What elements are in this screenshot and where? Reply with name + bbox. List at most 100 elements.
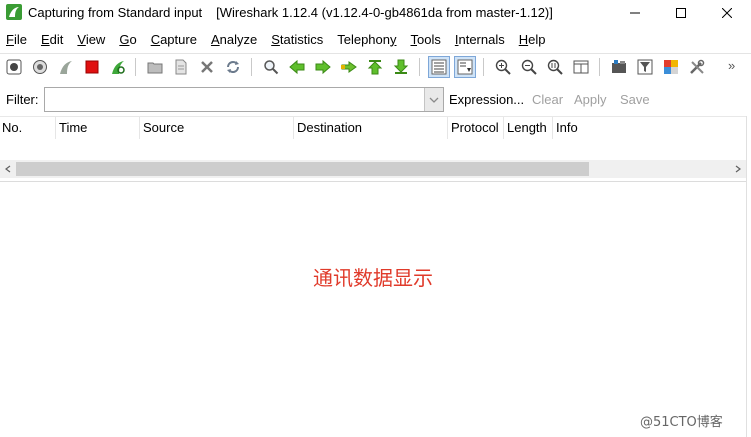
go-to-packet-button[interactable] bbox=[338, 56, 360, 78]
window-right-edge bbox=[746, 116, 747, 437]
find-icon bbox=[264, 60, 279, 75]
menu-help[interactable]: Help bbox=[519, 32, 546, 47]
column-divider[interactable] bbox=[552, 117, 553, 139]
apply-button[interactable]: Apply bbox=[574, 92, 607, 107]
find-packet-button[interactable] bbox=[260, 56, 282, 78]
resize-columns-icon bbox=[573, 60, 589, 74]
autoscroll-button[interactable] bbox=[454, 56, 476, 78]
column-divider[interactable] bbox=[139, 117, 140, 139]
filter-bar: Filter: Expression... Clear Apply Save bbox=[0, 86, 751, 114]
column-divider[interactable] bbox=[55, 117, 56, 139]
restart-capture-button[interactable] bbox=[107, 56, 129, 78]
column-header-info[interactable]: Info bbox=[556, 120, 578, 135]
preferences-icon bbox=[690, 59, 705, 74]
normal-size-icon bbox=[547, 59, 563, 75]
options-button[interactable] bbox=[29, 56, 51, 78]
toolbar-separator bbox=[135, 58, 136, 76]
packet-list-header: No. Time Source Destination Protocol Len… bbox=[0, 116, 746, 139]
stop-capture-icon bbox=[85, 60, 99, 74]
column-divider[interactable] bbox=[503, 117, 504, 139]
zoom-in-icon bbox=[495, 59, 511, 75]
back-icon bbox=[289, 59, 305, 75]
capture-filters-button[interactable] bbox=[608, 56, 630, 78]
minimize-icon bbox=[630, 12, 640, 14]
scroll-right-button[interactable] bbox=[730, 160, 746, 178]
toolbar-overflow-button[interactable]: » bbox=[728, 58, 735, 73]
open-file-button[interactable] bbox=[144, 56, 166, 78]
close-file-button[interactable] bbox=[196, 56, 218, 78]
stop-capture-button[interactable] bbox=[81, 56, 103, 78]
chevron-right-icon bbox=[735, 165, 741, 173]
minimize-button[interactable] bbox=[612, 0, 658, 26]
toolbar-separator bbox=[251, 58, 252, 76]
filter-dropdown-button[interactable] bbox=[424, 88, 443, 111]
scroll-left-button[interactable] bbox=[0, 160, 16, 178]
menu-file[interactable]: File bbox=[6, 32, 27, 47]
column-header-no[interactable]: No. bbox=[2, 120, 22, 135]
reload-icon bbox=[227, 61, 239, 73]
last-packet-button[interactable] bbox=[390, 56, 412, 78]
expression-button[interactable]: Expression... bbox=[449, 92, 524, 107]
maximize-button[interactable] bbox=[658, 0, 704, 26]
data-display-annotation: 通讯数据显示 bbox=[313, 266, 433, 290]
watermark: @51CTO博客 bbox=[640, 415, 723, 430]
toolbar-separator bbox=[483, 58, 484, 76]
filter-label: Filter: bbox=[6, 92, 39, 107]
last-packet-icon bbox=[393, 59, 409, 74]
start-capture-button[interactable] bbox=[55, 56, 77, 78]
menu-capture[interactable]: Capture bbox=[151, 32, 197, 47]
normal-size-button[interactable] bbox=[544, 56, 566, 78]
coloring-rules-button[interactable] bbox=[660, 56, 682, 78]
clear-button[interactable]: Clear bbox=[532, 92, 563, 107]
scrollbar-thumb[interactable] bbox=[16, 162, 589, 176]
column-header-destination[interactable]: Destination bbox=[297, 120, 362, 135]
zoom-out-button[interactable] bbox=[518, 56, 540, 78]
zoom-in-button[interactable] bbox=[492, 56, 514, 78]
colorize-icon bbox=[431, 59, 447, 75]
forward-icon bbox=[315, 59, 331, 75]
interfaces-button[interactable] bbox=[3, 56, 25, 78]
display-filters-button[interactable] bbox=[634, 56, 656, 78]
restart-capture-icon bbox=[112, 61, 125, 74]
column-divider[interactable] bbox=[293, 117, 294, 139]
go-forward-button[interactable] bbox=[312, 56, 334, 78]
menu-telephony[interactable]: Telephony bbox=[337, 32, 396, 47]
column-divider[interactable] bbox=[447, 117, 448, 139]
toolbar-separator bbox=[419, 58, 420, 76]
options-icon bbox=[33, 60, 47, 74]
menu-internals[interactable]: Internals bbox=[455, 32, 505, 47]
autoscroll-icon bbox=[457, 59, 473, 75]
preferences-button[interactable] bbox=[686, 56, 708, 78]
menu-tools[interactable]: Tools bbox=[411, 32, 441, 47]
window-title: Capturing from Standard input [Wireshark … bbox=[28, 5, 553, 20]
colorize-button[interactable] bbox=[428, 56, 450, 78]
wireshark-fin-icon bbox=[6, 4, 22, 20]
zoom-out-icon bbox=[521, 59, 537, 75]
maximize-icon bbox=[676, 8, 686, 18]
first-packet-button[interactable] bbox=[364, 56, 386, 78]
pane-splitter[interactable] bbox=[0, 181, 746, 182]
column-header-time[interactable]: Time bbox=[59, 120, 87, 135]
go-back-button[interactable] bbox=[286, 56, 308, 78]
resize-columns-button[interactable] bbox=[570, 56, 592, 78]
save-file-button[interactable] bbox=[170, 56, 192, 78]
column-header-source[interactable]: Source bbox=[143, 120, 184, 135]
menu-analyze[interactable]: Analyze bbox=[211, 32, 257, 47]
reload-button[interactable] bbox=[222, 56, 244, 78]
chevron-left-icon bbox=[5, 165, 11, 173]
display-filter-input[interactable] bbox=[44, 87, 444, 112]
menu-view[interactable]: View bbox=[77, 32, 105, 47]
column-header-length[interactable]: Length bbox=[507, 120, 547, 135]
interfaces-icon bbox=[6, 59, 22, 75]
main-toolbar: » bbox=[0, 53, 751, 81]
menu-go[interactable]: Go bbox=[119, 32, 136, 47]
menu-statistics[interactable]: Statistics bbox=[271, 32, 323, 47]
menu-edit[interactable]: Edit bbox=[41, 32, 63, 47]
chevron-down-icon bbox=[429, 97, 439, 103]
save-button[interactable]: Save bbox=[620, 92, 650, 107]
packet-list-hscrollbar[interactable] bbox=[0, 160, 746, 178]
close-button[interactable] bbox=[704, 0, 750, 26]
column-header-protocol[interactable]: Protocol bbox=[451, 120, 499, 135]
goto-packet-icon bbox=[341, 61, 357, 73]
window-title-main: Capturing from Standard input bbox=[28, 5, 203, 20]
